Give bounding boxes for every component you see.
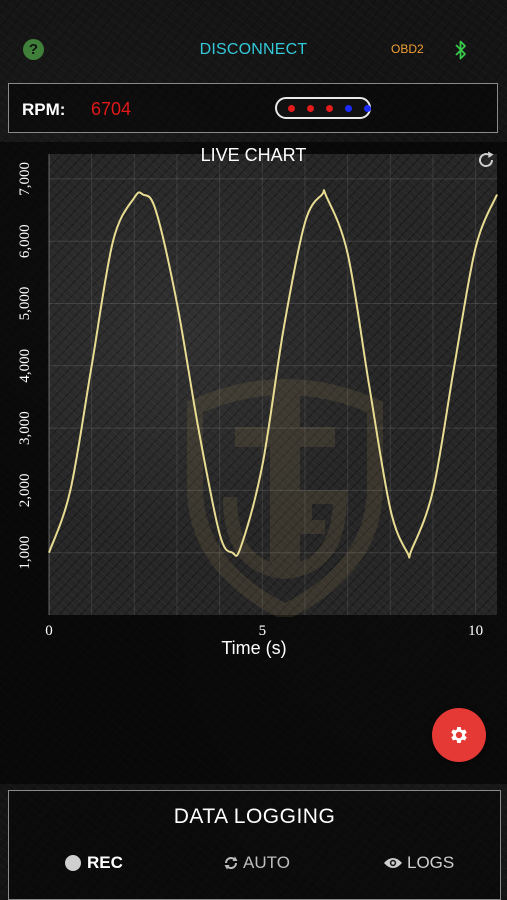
y-tick-label: 2,000 [17,474,33,508]
auto-button[interactable]: AUTO [223,851,290,875]
rpm-series-line [48,189,498,559]
rpm-label: RPM: [22,100,66,119]
x-tick-label: 5 [259,623,267,639]
y-tick-label: 1,000 [17,536,33,570]
shift-light-led [345,105,352,112]
rpm-readout: RPM: 6704 [8,83,498,133]
y-tick-label: 3,000 [17,411,33,445]
rec-button[interactable]: REC [65,851,123,875]
auto-label: AUTO [243,853,290,872]
protocol-label[interactable]: OBD2 [391,42,424,56]
rec-label: REC [87,853,123,872]
settings-button[interactable] [432,708,486,762]
record-icon [65,855,81,871]
rpm-value: 6704 [91,99,132,119]
gear-icon [451,727,467,743]
eye-icon [384,858,402,868]
sync-icon [224,856,238,870]
top-bar: ? DISCONNECT OBD2 [0,30,507,70]
x-axis-title: Time (s) [221,638,286,658]
bluetooth-icon [455,40,466,60]
data-logging-panel: DATA LOGGING REC AUTO LOGS [8,790,501,900]
y-tick-label: 5,000 [17,287,33,321]
y-tick-label: 6,000 [17,224,33,258]
logs-label: LOGS [407,853,455,872]
logs-button[interactable]: LOGS [383,851,454,875]
live-chart: 1,0002,0003,0004,0005,0006,0007,0000 5 10 … [17,154,498,658]
shift-light-indicator [275,97,371,119]
shift-light-led [307,105,314,112]
disconnect-button[interactable]: DISCONNECT [0,41,507,59]
data-logging-title: DATA LOGGING [173,805,336,828]
shift-light-led [364,105,371,112]
x-tick-label: 0 [45,623,53,639]
y-tick-label: 7,000 [17,162,33,196]
shift-light-led [288,105,295,112]
x-tick-label: 10 [468,623,483,639]
y-tick-label: 4,000 [17,349,33,383]
shift-light-led [326,105,333,112]
